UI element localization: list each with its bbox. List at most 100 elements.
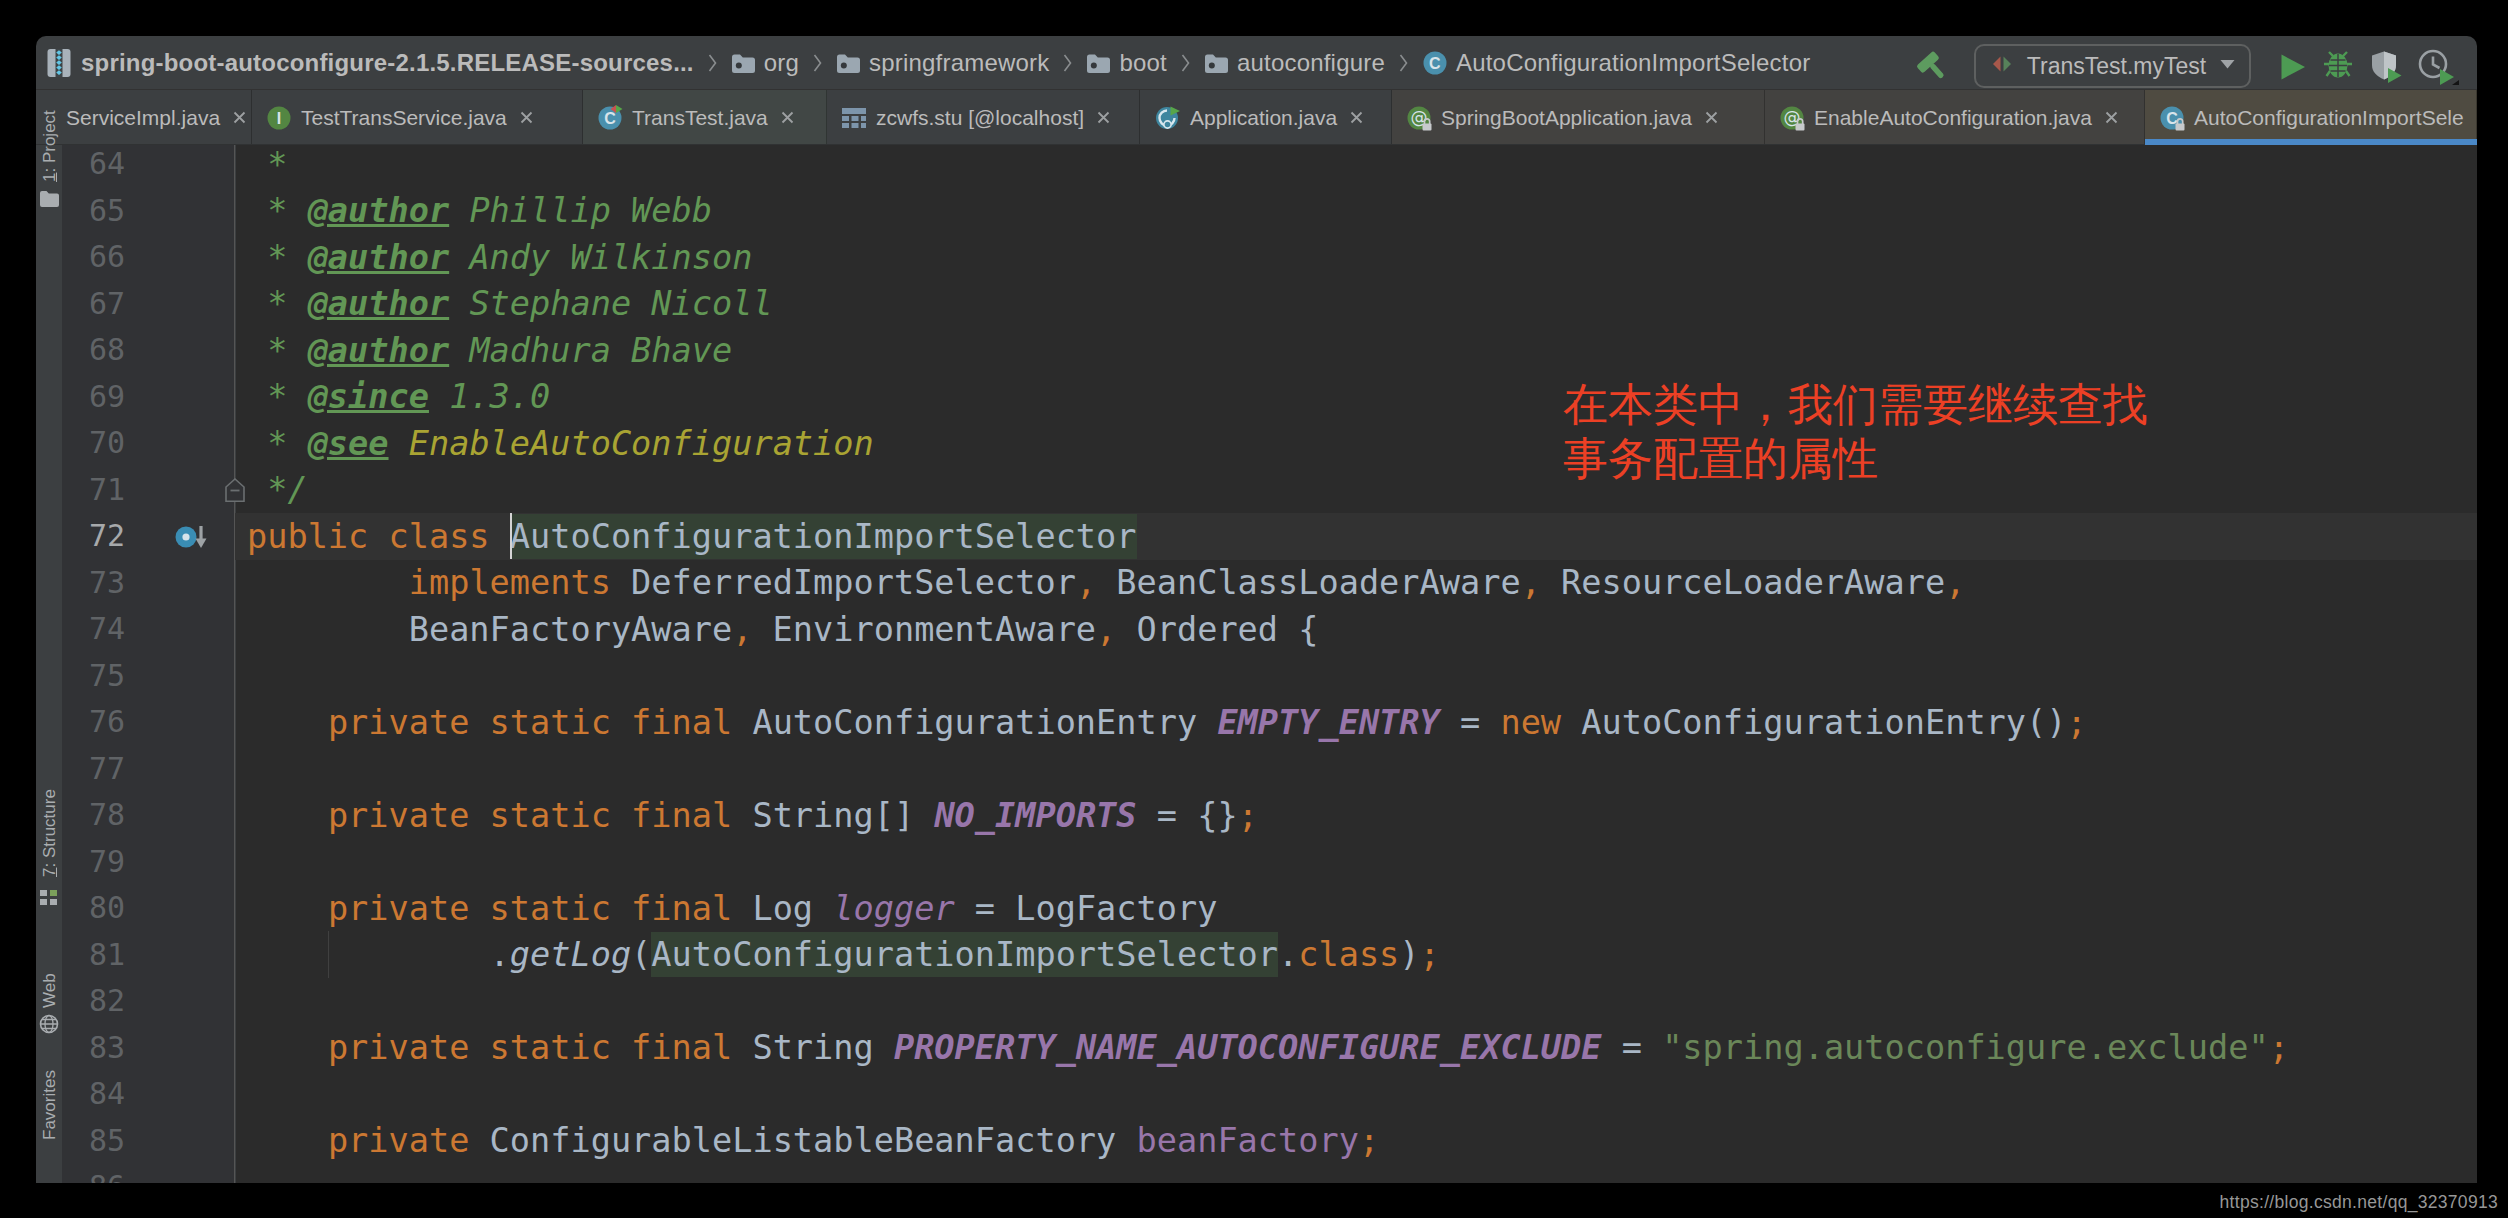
line-number-67: 67 bbox=[62, 281, 125, 328]
editor-tab-EnableAutoConfiguration.java[interactable]: @EnableAutoConfiguration.java bbox=[1765, 90, 2145, 145]
build-project-button[interactable] bbox=[1914, 48, 1952, 90]
debug-button[interactable] bbox=[2321, 49, 2355, 87]
class-icon: C bbox=[1422, 50, 1448, 76]
folder-icon bbox=[836, 53, 861, 74]
breadcrumb: spring-boot-autoconfigure-2.1.5.RELEASE-… bbox=[47, 36, 1810, 90]
folder-tool-icon bbox=[39, 190, 60, 212]
stripe-label-7-Structure[interactable]: 7: Structure bbox=[40, 789, 60, 877]
code-line-70: * @see EnableAutoConfiguration bbox=[247, 420, 874, 467]
code-line-66: * @author Andy Wilkinson bbox=[247, 234, 752, 281]
line-number-70: 70 bbox=[62, 420, 125, 467]
breadcrumb-chevron-icon bbox=[1062, 52, 1073, 74]
stripe-label-Web[interactable]: Web bbox=[40, 973, 60, 1008]
code-line-71: */ bbox=[247, 467, 308, 514]
breadcrumb-chevron-icon bbox=[1398, 52, 1409, 74]
svg-text:C: C bbox=[604, 109, 616, 126]
text-caret bbox=[510, 513, 512, 559]
editor-tab-Application.java[interactable]: Application.java bbox=[1140, 90, 1392, 145]
annotation-lock-icon: @ bbox=[1406, 105, 1432, 131]
annotation-line1: 在本类中，我们需要继续查找 bbox=[1563, 378, 2148, 432]
breadcrumb-chevron-icon bbox=[1180, 52, 1191, 74]
breadcrumb-folder-org[interactable]: org bbox=[731, 49, 799, 77]
run-config-selector[interactable]: TransTest.myTest bbox=[1974, 44, 2251, 88]
code-line-81: .getLog(AutoConfigurationImportSelector.… bbox=[247, 932, 1440, 979]
stripe-label-1-Project[interactable]: 1: Project bbox=[40, 110, 60, 182]
code-line-76: private static final AutoConfigurationEn… bbox=[247, 699, 2087, 746]
tab-close-icon[interactable] bbox=[1095, 109, 1112, 126]
folder-icon bbox=[731, 53, 756, 74]
line-number-86: 86 bbox=[62, 1164, 125, 1183]
editor-tab-SpringBootApplication.java[interactable]: @ SpringBootApplication.java bbox=[1392, 90, 1765, 145]
breadcrumb-project[interactable]: spring-boot-autoconfigure-2.1.5.RELEASE-… bbox=[81, 49, 694, 77]
line-number-84: 84 bbox=[62, 1071, 125, 1118]
table-icon bbox=[841, 106, 867, 130]
ide-screenshot: spring-boot-autoconfigure-2.1.5.RELEASE-… bbox=[0, 0, 2508, 1218]
breadcrumb-folder-springframework[interactable]: springframework bbox=[836, 49, 1049, 77]
tab-label: SpringBootApplication.java bbox=[1441, 106, 1692, 130]
line-number-83: 83 bbox=[62, 1025, 125, 1072]
fold-marker-icon[interactable] bbox=[224, 477, 246, 507]
class-lock-icon: C bbox=[2159, 105, 2185, 131]
folder-icon bbox=[1204, 53, 1229, 74]
tab-label: AutoConfigurationImportSele bbox=[2194, 106, 2464, 130]
code-line-80: private static final Log logger = LogFac… bbox=[247, 885, 1217, 932]
line-number-80: 80 bbox=[62, 885, 125, 932]
tab-close-icon[interactable] bbox=[1703, 109, 1720, 126]
tab-close-icon[interactable] bbox=[518, 109, 535, 126]
implementations-gutter-icon[interactable] bbox=[174, 522, 226, 556]
code-line-69: * @since 1.3.0 bbox=[247, 374, 550, 421]
line-number-78: 78 bbox=[62, 792, 125, 839]
chevron-down-icon bbox=[2218, 57, 2237, 75]
tab-label: ServiceImpl.java bbox=[66, 106, 220, 130]
stripe-label-Favorites[interactable]: Favorites bbox=[40, 1070, 60, 1140]
tab-label: zcwfs.stu [@localhost] bbox=[876, 106, 1084, 130]
editor-tab-AutoConfigurationImportSele[interactable]: C AutoConfigurationImportSele bbox=[2145, 90, 2477, 145]
watermark-url: https://blog.csdn.net/qq_32370913 bbox=[2220, 1192, 2498, 1213]
line-number-73: 73 bbox=[62, 560, 125, 607]
line-number-71: 71 bbox=[62, 467, 125, 514]
line-number-79: 79 bbox=[62, 839, 125, 886]
tab-close-icon[interactable] bbox=[779, 109, 796, 126]
line-number-81: 81 bbox=[62, 932, 125, 979]
profiler-button[interactable] bbox=[2416, 47, 2460, 91]
line-number-77: 77 bbox=[62, 746, 125, 793]
code-line-64: * bbox=[247, 145, 287, 188]
bootapp-icon bbox=[1154, 104, 1181, 131]
run-config-label: TransTest.myTest bbox=[2025, 53, 2208, 80]
annotation-lock-icon: @ bbox=[1779, 105, 1805, 131]
editor-tab-TestTransService.java[interactable]: ITestTransService.java bbox=[252, 90, 583, 145]
line-number-76: 76 bbox=[62, 699, 125, 746]
line-number-64: 64 bbox=[62, 145, 125, 188]
breadcrumb-chevron-icon bbox=[812, 52, 823, 74]
line-number-65: 65 bbox=[62, 188, 125, 235]
svg-text:C: C bbox=[1429, 55, 1441, 72]
code-line-83: private static final String PROPERTY_NAM… bbox=[247, 1025, 2289, 1072]
code-line-74: BeanFactoryAware, EnvironmentAware, Orde… bbox=[247, 606, 1318, 653]
code-line-85: private ConfigurableListableBeanFactory … bbox=[247, 1118, 1379, 1165]
line-number-68: 68 bbox=[62, 327, 125, 374]
line-number-85: 85 bbox=[62, 1118, 125, 1165]
junit-config-icon bbox=[1989, 52, 2015, 80]
class-run-icon: C bbox=[597, 105, 623, 131]
tab-label: TransTest.java bbox=[632, 106, 768, 130]
tab-close-icon[interactable] bbox=[1348, 109, 1365, 126]
breadcrumb-folder-autoconfigure[interactable]: autoconfigure bbox=[1204, 49, 1385, 77]
tab-close-icon[interactable] bbox=[2103, 109, 2120, 126]
editor-tab-TransTest.java[interactable]: C TransTest.java bbox=[583, 90, 827, 145]
code-line-68: * @author Madhura Bhave bbox=[247, 327, 732, 374]
run-with-coverage-button[interactable] bbox=[2369, 49, 2405, 89]
line-number-75: 75 bbox=[62, 653, 125, 700]
breadcrumb-folder-boot[interactable]: boot bbox=[1086, 49, 1167, 77]
interface-icon: I bbox=[266, 105, 292, 131]
line-number-66: 66 bbox=[62, 234, 125, 281]
line-number-69: 69 bbox=[62, 374, 125, 421]
editor-tab-zcwfs.stu-localhost-[interactable]: zcwfs.stu [@localhost] bbox=[827, 90, 1140, 145]
breadcrumb-chevron-icon bbox=[707, 52, 718, 74]
line-number-74: 74 bbox=[62, 606, 125, 653]
breadcrumb-class[interactable]: CAutoConfigurationImportSelector bbox=[1422, 49, 1810, 77]
editor-tab-ServiceImpl.java[interactable]: ServiceImpl.java bbox=[62, 90, 252, 145]
tab-close-icon[interactable] bbox=[231, 109, 248, 126]
svg-text:I: I bbox=[277, 109, 281, 126]
run-button[interactable] bbox=[2277, 51, 2308, 87]
globe-icon bbox=[39, 1014, 59, 1038]
